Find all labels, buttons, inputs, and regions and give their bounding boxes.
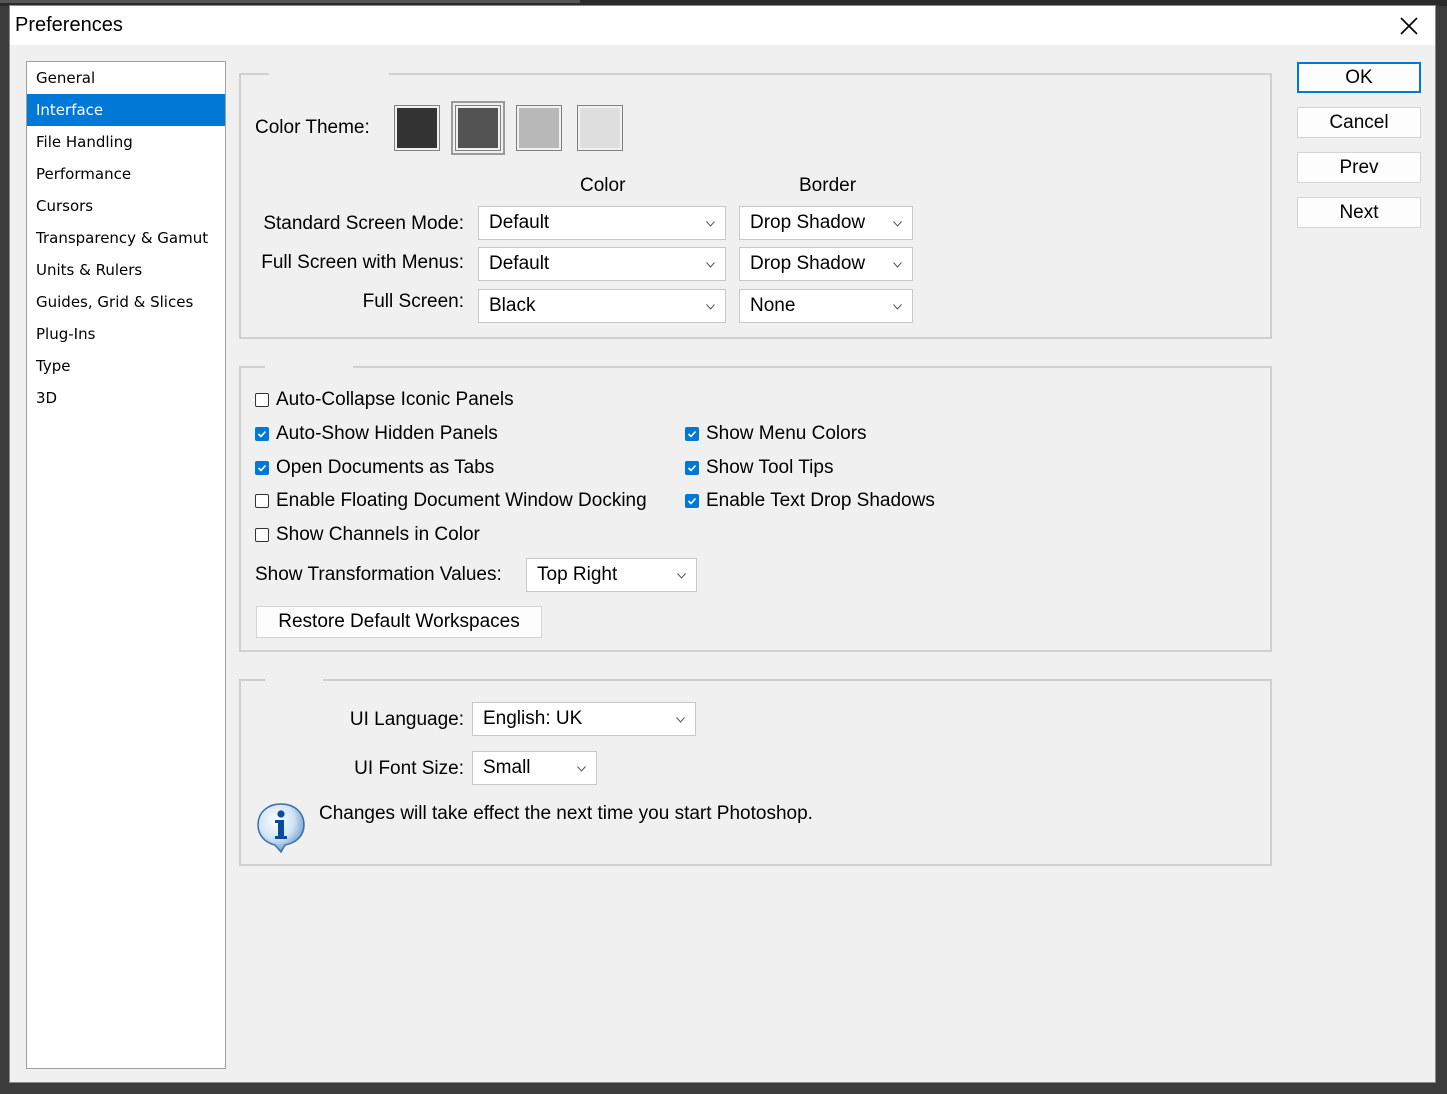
full-screen-menus-color-value: Default [489, 253, 550, 274]
next-button[interactable]: Next [1297, 197, 1421, 228]
close-button[interactable] [1383, 6, 1435, 45]
ui-font-size-value: Small [483, 757, 531, 778]
sidebar-item-interface[interactable]: Interface [27, 94, 225, 126]
standard-border-select[interactable]: Drop Shadow [739, 206, 913, 240]
sidebar-item-guides-grid-slices[interactable]: Guides, Grid & Slices [27, 286, 225, 318]
transformation-values-value: Top Right [537, 564, 618, 585]
ok-button[interactable]: OK [1297, 62, 1421, 93]
sidebar-item-3d[interactable]: 3D [27, 382, 225, 414]
auto-show-label: Auto-Show Hidden Panels [276, 423, 498, 444]
full-screen-border-select[interactable]: None [739, 289, 913, 323]
color-column-header: Color [580, 175, 626, 196]
sidebar-item-file-handling[interactable]: File Handling [27, 126, 225, 158]
chevron-down-icon [893, 304, 902, 310]
full-screen-menus-border-select[interactable]: Drop Shadow [739, 247, 913, 281]
full-screen-border-value: None [750, 295, 796, 316]
full-screen-color-value: Black [489, 295, 536, 316]
info-icon [257, 803, 305, 853]
menu-colors-checkbox[interactable]: Show Menu Colors [685, 423, 867, 445]
open-tabs-label: Open Documents as Tabs [276, 457, 495, 478]
theme-swatch-darkest[interactable] [394, 105, 440, 151]
title-bar: Preferences [10, 6, 1435, 45]
full-screen-label: Full Screen: [362, 291, 464, 312]
border-column-header: Border [799, 175, 857, 196]
prev-button[interactable]: Prev [1297, 152, 1421, 183]
options-group: Auto-Collapse Iconic Panels Auto-Show Hi… [239, 365, 1272, 652]
auto-show-checkbox[interactable]: Auto-Show Hidden Panels [255, 423, 498, 445]
tool-tips-checkbox[interactable]: Show Tool Tips [685, 457, 833, 479]
tool-tips-label: Show Tool Tips [706, 457, 834, 478]
ui-language-value: English: UK [483, 708, 583, 729]
window-title: Preferences [15, 14, 123, 36]
chevron-down-icon [706, 221, 715, 227]
theme-swatch-lightest[interactable] [577, 105, 623, 151]
sidebar-item-transparency-gamut[interactable]: Transparency & Gamut [27, 222, 225, 254]
chevron-down-icon [893, 262, 902, 268]
group-title-gap [269, 72, 389, 76]
chevron-down-icon [706, 262, 715, 268]
standard-color-select[interactable]: Default [478, 206, 726, 240]
checkbox-checked-icon [255, 427, 269, 441]
full-screen-menus-border-value: Drop Shadow [750, 253, 866, 274]
full-screen-menus-label: Full Screen with Menus: [261, 252, 464, 273]
text-shadows-label: Enable Text Drop Shadows [706, 490, 935, 511]
chevron-down-icon [577, 766, 586, 772]
restart-notice: Changes will take effect the next time y… [319, 803, 813, 824]
chevron-down-icon [706, 304, 715, 310]
ui-language-select[interactable]: English: UK [472, 702, 696, 736]
appearance-group: Color Theme: Color Border Standard Scree… [239, 72, 1272, 339]
channels-color-checkbox[interactable]: Show Channels in Color [255, 524, 480, 546]
sidebar-item-general[interactable]: General [27, 62, 225, 94]
close-icon [1400, 16, 1418, 35]
sidebar-item-performance[interactable]: Performance [27, 158, 225, 190]
open-tabs-checkbox[interactable]: Open Documents as Tabs [255, 457, 494, 479]
text-shadows-checkbox[interactable]: Enable Text Drop Shadows [685, 490, 935, 512]
preferences-dialog: Preferences General Interface File Handl… [9, 5, 1436, 1083]
checkbox-checked-icon [685, 461, 699, 475]
group-title-gap [265, 678, 323, 682]
checkbox-checked-icon [255, 461, 269, 475]
standard-screen-mode-label: Standard Screen Mode: [263, 213, 464, 234]
chevron-down-icon [676, 717, 685, 723]
sidebar-item-plug-ins[interactable]: Plug-Ins [27, 318, 225, 350]
menu-colors-label: Show Menu Colors [706, 423, 867, 444]
transformation-values-select[interactable]: Top Right [526, 558, 697, 592]
checkbox-checked-icon [685, 427, 699, 441]
color-theme-label: Color Theme: [255, 117, 370, 138]
floating-docking-label: Enable Floating Document Window Docking [276, 490, 647, 511]
chevron-down-icon [677, 573, 686, 579]
text-group: UI Language: English: UK UI Font Size: S… [239, 678, 1272, 866]
ui-language-label: UI Language: [349, 709, 464, 730]
cancel-button[interactable]: Cancel [1297, 107, 1421, 138]
ui-font-size-label: UI Font Size: [354, 758, 464, 779]
category-list: General Interface File Handling Performa… [26, 61, 226, 1069]
theme-swatch-light[interactable] [516, 105, 562, 151]
full-screen-color-select[interactable]: Black [478, 289, 726, 323]
sidebar-item-units-rulers[interactable]: Units & Rulers [27, 254, 225, 286]
checkbox-box [255, 494, 269, 508]
transformation-values-label: Show Transformation Values: [255, 564, 502, 585]
theme-swatch-dark[interactable] [451, 101, 505, 155]
auto-collapse-checkbox[interactable]: Auto-Collapse Iconic Panels [255, 389, 514, 411]
sidebar-item-type[interactable]: Type [27, 350, 225, 382]
ui-font-size-select[interactable]: Small [472, 751, 597, 785]
checkbox-checked-icon [685, 494, 699, 508]
sidebar-item-cursors[interactable]: Cursors [27, 190, 225, 222]
group-title-gap [265, 365, 353, 369]
backdrop-accent [0, 0, 580, 3]
restore-workspaces-button[interactable]: Restore Default Workspaces [256, 606, 542, 638]
auto-collapse-label: Auto-Collapse Iconic Panels [276, 389, 514, 410]
standard-color-value: Default [489, 212, 550, 233]
channels-color-label: Show Channels in Color [276, 524, 480, 545]
checkbox-box [255, 528, 269, 542]
standard-border-value: Drop Shadow [750, 212, 866, 233]
checkbox-box [255, 393, 269, 407]
full-screen-menus-color-select[interactable]: Default [478, 247, 726, 281]
floating-docking-checkbox[interactable]: Enable Floating Document Window Docking [255, 490, 647, 512]
chevron-down-icon [893, 221, 902, 227]
